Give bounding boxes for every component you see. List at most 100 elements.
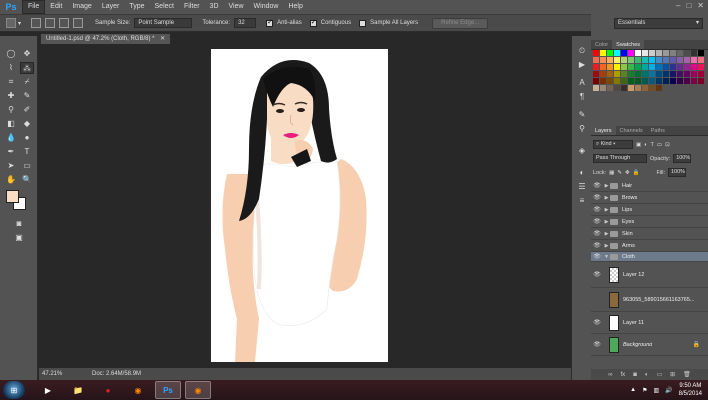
color-swatch[interactable]	[593, 50, 599, 56]
intersect-selection-icon[interactable]	[73, 18, 84, 28]
layer-row[interactable]: 👁 Layer 11	[591, 312, 708, 334]
color-swatch[interactable]	[593, 85, 599, 91]
blend-mode-select[interactable]: Pass Through	[593, 154, 647, 163]
color-swatch[interactable]	[621, 50, 627, 56]
adjustment-layer-icon[interactable]: ◐	[645, 372, 649, 378]
color-swatch[interactable]	[670, 57, 676, 63]
color-swatch[interactable]	[621, 64, 627, 70]
move-tool-icon[interactable]: ✥	[20, 48, 34, 60]
layer-style-icon[interactable]: fx	[621, 372, 626, 378]
crop-tool-icon[interactable]: ⌗	[4, 76, 18, 88]
color-swatch[interactable]	[621, 85, 627, 91]
layer-row[interactable]: 👁 ▶ Brows	[591, 192, 708, 204]
color-swatch[interactable]	[607, 71, 613, 77]
menu-window[interactable]: Window	[249, 0, 284, 14]
tray-network-icon[interactable]: ▥	[653, 387, 659, 394]
visibility-eye-icon[interactable]: 👁	[591, 206, 603, 213]
color-swatch[interactable]	[656, 71, 662, 77]
color-swatch[interactable]	[593, 71, 599, 77]
color-swatch[interactable]	[635, 71, 641, 77]
color-swatch[interactable]	[642, 71, 648, 77]
layer-row[interactable]: 👁 ▶ Arms	[591, 240, 708, 252]
color-swatch[interactable]	[621, 71, 627, 77]
color-swatch[interactable]	[663, 64, 669, 70]
color-swatch[interactable]	[600, 50, 606, 56]
color-swatch[interactable]	[614, 50, 620, 56]
color-swatch[interactable]	[642, 78, 648, 84]
color-swatch[interactable]	[684, 50, 690, 56]
zoom-tool-icon[interactable]: 🔍	[20, 174, 34, 186]
color-swatch[interactable]	[635, 50, 641, 56]
zoom-level[interactable]: 47.21%	[39, 371, 64, 377]
color-swatch[interactable]	[670, 64, 676, 70]
subtract-selection-icon[interactable]	[59, 18, 70, 28]
color-swatch[interactable]	[656, 50, 662, 56]
visibility-eye-icon[interactable]: 👁	[591, 271, 603, 278]
color-swatch[interactable]	[663, 57, 669, 63]
layer-row[interactable]: 👁 Layer 12	[591, 262, 708, 288]
color-swatch[interactable]	[677, 50, 683, 56]
3d-panel-icon[interactable]: ◈	[577, 146, 587, 156]
layer-row[interactable]: 963055_589015661163765...	[591, 288, 708, 312]
color-swatch[interactable]	[677, 78, 683, 84]
color-swatch[interactable]	[600, 78, 606, 84]
tab-layers[interactable]: Layers	[591, 126, 616, 135]
color-swatch[interactable]	[698, 64, 704, 70]
paragraph-panel-icon[interactable]: ¶	[577, 92, 587, 102]
tab-paths[interactable]: Paths	[647, 126, 669, 135]
brush-tool-icon[interactable]: ✎	[20, 90, 34, 102]
visibility-eye-icon[interactable]: 👁	[591, 218, 603, 225]
file-explorer-icon[interactable]: 📁	[65, 381, 91, 399]
refine-edge-button[interactable]: Refine Edge...	[432, 17, 489, 29]
color-swatch[interactable]	[628, 78, 634, 84]
color-swatch[interactable]	[607, 78, 613, 84]
app-icon-red[interactable]: ●	[95, 381, 121, 399]
color-swatch[interactable]	[600, 57, 606, 63]
visibility-eye-icon[interactable]: 👁	[591, 319, 603, 326]
link-layers-icon[interactable]: ∞	[608, 372, 612, 378]
kind-filter-select[interactable]: ⌕ Kind ▾	[593, 140, 633, 149]
color-swatch[interactable]	[621, 57, 627, 63]
color-swatch[interactable]	[691, 64, 697, 70]
menu-filter[interactable]: Filter	[179, 0, 205, 14]
color-swatch[interactable]	[656, 78, 662, 84]
swatch-grid[interactable]	[593, 50, 705, 116]
color-swatch[interactable]	[614, 57, 620, 63]
color-swatch[interactable]	[698, 71, 704, 77]
menu-type[interactable]: Type	[124, 0, 149, 14]
dodge-tool-icon[interactable]: ●	[20, 132, 34, 144]
adjustments-panel-icon[interactable]: ◐	[577, 168, 587, 178]
clock[interactable]: 9:50 AM 8/5/2014	[679, 382, 702, 398]
menu-image[interactable]: Image	[67, 0, 96, 14]
sample-all-layers-checkbox[interactable]	[359, 19, 367, 27]
eyedropper-tool-icon[interactable]: ⌿	[20, 76, 34, 88]
visibility-eye-icon[interactable]: 👁	[591, 253, 603, 260]
color-swatch[interactable]	[600, 71, 606, 77]
path-selection-icon[interactable]: ➤	[4, 160, 18, 172]
firefox-icon[interactable]: ◉	[125, 381, 151, 399]
collapsed-triangle-icon[interactable]: ▶	[603, 243, 610, 249]
collapsed-triangle-icon[interactable]: ▶	[603, 183, 610, 189]
color-swatch[interactable]	[642, 85, 648, 91]
color-swatch[interactable]	[628, 85, 634, 91]
pen-tool-icon[interactable]: ✒	[4, 146, 18, 158]
visibility-eye-icon[interactable]: 👁	[591, 341, 603, 348]
color-swatch[interactable]	[614, 85, 620, 91]
lock-position-icon[interactable]: ✥	[625, 170, 630, 176]
color-swatch[interactable]	[642, 50, 648, 56]
color-swatch[interactable]	[684, 57, 690, 63]
color-swatch[interactable]	[593, 64, 599, 70]
contiguous-checkbox[interactable]	[309, 18, 317, 27]
color-swatch[interactable]	[614, 78, 620, 84]
menu-layer[interactable]: Layer	[97, 0, 125, 14]
color-swatch[interactable]	[642, 57, 648, 63]
color-swatch[interactable]	[607, 64, 613, 70]
screen-mode-icon[interactable]: ▣	[12, 232, 26, 244]
new-group-icon[interactable]: ▭	[656, 371, 662, 378]
color-swatch[interactable]	[635, 57, 641, 63]
tab-swatches[interactable]: Swatches	[612, 40, 645, 49]
lock-transparency-icon[interactable]: ▦	[609, 170, 614, 176]
color-swatch[interactable]	[593, 78, 599, 84]
color-swatch[interactable]	[635, 64, 641, 70]
collapsed-triangle-icon[interactable]: ▶	[603, 219, 610, 225]
